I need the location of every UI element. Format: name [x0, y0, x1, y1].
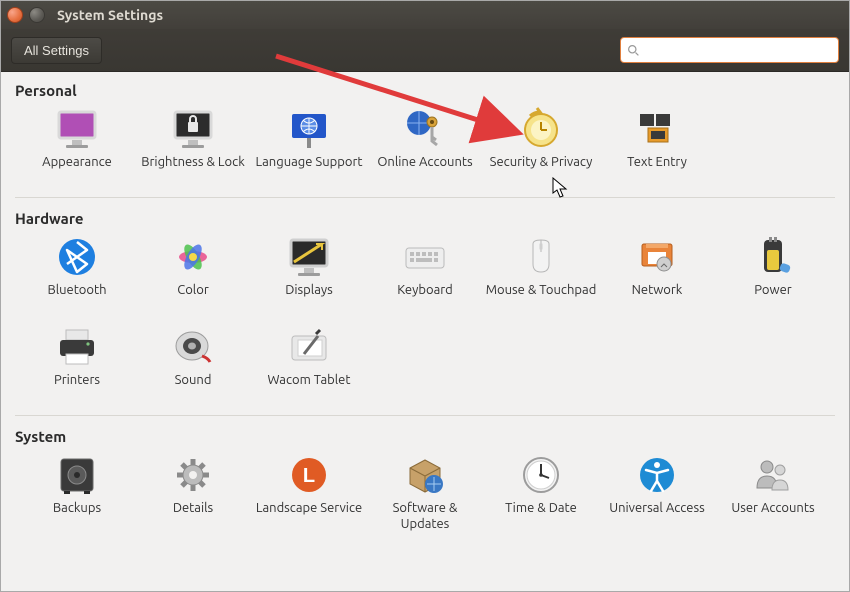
printer-icon — [53, 323, 101, 371]
globe-flag-icon — [285, 105, 333, 153]
separator — [15, 197, 835, 198]
wacom-icon — [285, 323, 333, 371]
item-label: Printers — [19, 373, 135, 403]
item-landscape-service[interactable]: L Landscape Service — [251, 447, 367, 538]
item-mouse-touchpad[interactable]: Mouse & Touchpad — [483, 229, 599, 319]
window-minimize-button[interactable] — [29, 7, 45, 23]
item-label: Displays — [251, 283, 367, 313]
search-field[interactable] — [620, 37, 839, 63]
network-icon — [633, 233, 681, 281]
text-entry-icon — [633, 105, 681, 153]
users-icon — [749, 451, 797, 499]
item-wacom-tablet[interactable]: Wacom Tablet — [251, 319, 367, 409]
keyboard-icon — [401, 233, 449, 281]
item-label: Mouse & Touchpad — [483, 283, 599, 313]
section-personal-grid: Appearance Brightness & Lock Language Su… — [1, 101, 849, 195]
item-keyboard[interactable]: Keyboard — [367, 229, 483, 319]
item-label: Bluetooth — [19, 283, 135, 313]
item-printers[interactable]: Printers — [19, 319, 135, 409]
section-hardware-grid: Bluetooth Color Displays Keyboard — [1, 229, 849, 413]
item-label: Details — [135, 501, 251, 531]
item-details[interactable]: Details — [135, 447, 251, 538]
item-universal-access[interactable]: Universal Access — [599, 447, 715, 538]
item-label: Text Entry — [599, 155, 715, 185]
item-security-privacy[interactable]: Security & Privacy — [483, 101, 599, 191]
security-icon — [517, 105, 565, 153]
item-label: Language Support — [251, 155, 367, 185]
item-user-accounts[interactable]: User Accounts — [715, 447, 831, 538]
item-label: Wacom Tablet — [251, 373, 367, 403]
system-settings-window: System Settings All Settings Personal Ap… — [0, 0, 850, 592]
item-label: Software & Updates — [367, 501, 483, 532]
displays-icon — [285, 233, 333, 281]
item-online-accounts[interactable]: Online Accounts — [367, 101, 483, 191]
item-brightness-lock[interactable]: Brightness & Lock — [135, 101, 251, 191]
appearance-icon — [53, 105, 101, 153]
item-label: Backups — [19, 501, 135, 531]
content-area: Personal Appearance Brightness & Lock La… — [1, 72, 849, 592]
item-sound[interactable]: Sound — [135, 319, 251, 409]
item-label: Keyboard — [367, 283, 483, 313]
sound-icon — [169, 323, 217, 371]
section-hardware-title: Hardware — [1, 200, 849, 229]
item-label: Power — [715, 283, 831, 313]
clock-icon — [517, 451, 565, 499]
landscape-icon: L — [285, 451, 333, 499]
item-label: Color — [135, 283, 251, 313]
separator — [15, 415, 835, 416]
item-label: User Accounts — [715, 501, 831, 531]
item-color[interactable]: Color — [135, 229, 251, 319]
item-label: Network — [599, 283, 715, 313]
item-appearance[interactable]: Appearance — [19, 101, 135, 191]
item-label: Appearance — [19, 155, 135, 185]
package-icon — [401, 451, 449, 499]
item-label: Brightness & Lock — [135, 155, 251, 185]
svg-text:L: L — [303, 465, 315, 487]
window-close-button[interactable] — [7, 7, 23, 23]
section-system-title: System — [1, 418, 849, 447]
bluetooth-icon — [53, 233, 101, 281]
item-language-support[interactable]: Language Support — [251, 101, 367, 191]
item-text-entry[interactable]: Text Entry — [599, 101, 715, 191]
item-label: Universal Access — [599, 501, 715, 531]
search-input[interactable] — [645, 42, 832, 59]
item-displays[interactable]: Displays — [251, 229, 367, 319]
keys-globe-icon — [401, 105, 449, 153]
item-network[interactable]: Network — [599, 229, 715, 319]
toolbar: All Settings — [1, 29, 849, 72]
mouse-icon — [517, 233, 565, 281]
item-software-updates[interactable]: Software & Updates — [367, 447, 483, 538]
section-personal-title: Personal — [1, 72, 849, 101]
window-title: System Settings — [57, 7, 163, 23]
safe-icon — [53, 451, 101, 499]
item-power[interactable]: Power — [715, 229, 831, 319]
item-time-date[interactable]: Time & Date — [483, 447, 599, 538]
item-label: Sound — [135, 373, 251, 403]
gear-icon — [169, 451, 217, 499]
item-bluetooth[interactable]: Bluetooth — [19, 229, 135, 319]
all-settings-button[interactable]: All Settings — [11, 37, 102, 64]
accessibility-icon — [633, 451, 681, 499]
item-label: Time & Date — [483, 501, 599, 531]
section-system-grid: Backups Details L Landscape Service Soft… — [1, 447, 849, 542]
item-label: Security & Privacy — [483, 155, 599, 185]
item-label: Landscape Service — [251, 501, 367, 531]
power-icon — [749, 233, 797, 281]
color-icon — [169, 233, 217, 281]
titlebar: System Settings — [1, 1, 849, 29]
search-icon — [627, 44, 640, 57]
item-backups[interactable]: Backups — [19, 447, 135, 538]
lock-icon — [169, 105, 217, 153]
item-label: Online Accounts — [367, 155, 483, 185]
